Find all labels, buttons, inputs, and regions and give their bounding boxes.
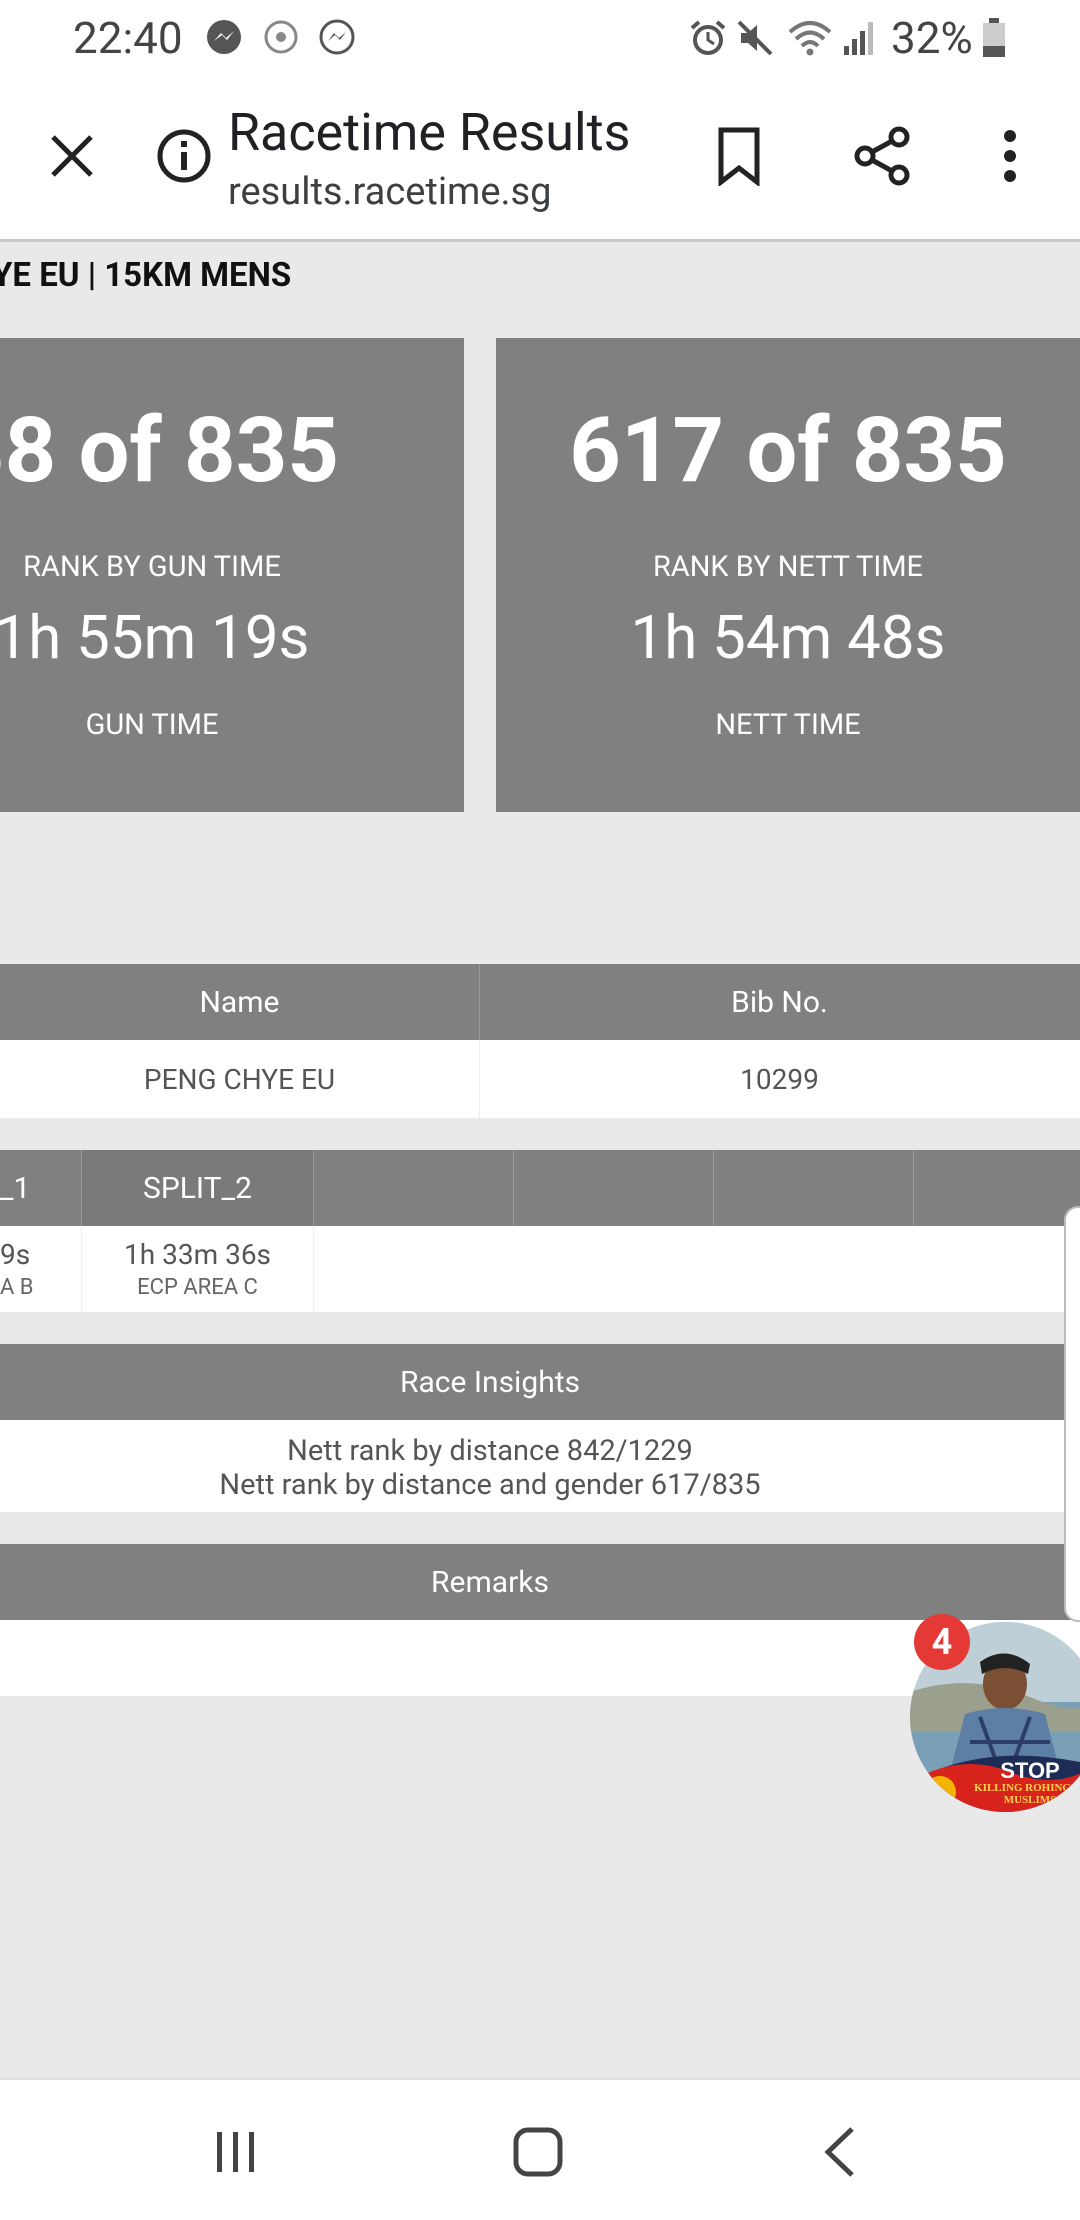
- split-cell-empty: [314, 1226, 1080, 1312]
- insight-line-1: Nett rank by distance 842/1229: [287, 1434, 693, 1468]
- split-header-2: SPLIT_2: [82, 1150, 314, 1226]
- battery-percent: 32%: [891, 12, 973, 64]
- split-header-6: [914, 1150, 1080, 1226]
- page-content[interactable]: YE EU | 15KM MENS 88 of 835 RANK BY GUN …: [0, 242, 1080, 2078]
- split-header-1: _1: [0, 1150, 82, 1226]
- insight-line-2: Nett rank by distance and gender 617/835: [219, 1468, 761, 1502]
- assistant-icon: [262, 18, 300, 60]
- nett-rank-label: RANK BY NETT TIME: [652, 550, 924, 584]
- page-title: Racetime Results: [228, 102, 631, 163]
- info-icon[interactable]: [152, 124, 216, 188]
- split-1-time: 9s: [0, 1238, 31, 1271]
- gun-time-card: 88 of 835 RANK BY GUN TIME 1h 55m 19s GU…: [0, 338, 464, 812]
- race-insights-panel: Nett rank by distance 842/1229 Nett rank…: [0, 1420, 1080, 1512]
- split-cell-1: 9s A B: [0, 1226, 82, 1312]
- chat-head-caption-small: KILLING ROHINGYA MUSLIMS: [974, 1782, 1080, 1806]
- split-2-location: ECP AREA C: [137, 1275, 258, 1300]
- recents-icon[interactable]: [196, 2112, 276, 2192]
- table-header-bib: Bib No.: [480, 964, 1080, 1040]
- more-icon[interactable]: [980, 116, 1040, 196]
- table-header-name: Name: [0, 964, 480, 1040]
- share-icon[interactable]: [842, 116, 922, 196]
- nett-time-label: NETT TIME: [715, 708, 861, 742]
- mute-icon: [735, 18, 775, 62]
- page-url: results.racetime.sg: [228, 170, 552, 214]
- remarks-header: Remarks: [0, 1544, 1080, 1620]
- alarm-icon: [688, 18, 728, 62]
- close-icon[interactable]: [36, 120, 108, 192]
- participant-name: PENG CHYE EU: [0, 1040, 480, 1118]
- split-header-4: [514, 1150, 714, 1226]
- unread-count-badge: 4: [914, 1614, 970, 1670]
- participant-bib: 10299: [480, 1040, 1080, 1118]
- navigation-bar: [0, 2078, 1080, 2220]
- nett-time-value: 1h 54m 48s: [630, 602, 946, 673]
- split-header-5: [714, 1150, 914, 1226]
- home-icon[interactable]: [498, 2112, 578, 2192]
- signal-icon: [840, 18, 880, 62]
- edge-panel-handle[interactable]: [1064, 1206, 1080, 1622]
- gun-time-value: 1h 55m 19s: [0, 602, 310, 673]
- gun-rank-value: 88 of 835: [0, 398, 339, 503]
- nett-rank: 617 of 835: [569, 398, 1007, 503]
- split-header-3: [314, 1150, 514, 1226]
- gun-rank-label: RANK BY GUN TIME: [23, 550, 281, 584]
- back-icon[interactable]: [800, 2112, 880, 2192]
- split-2-time: 1h 33m 36s: [124, 1238, 271, 1271]
- chat-head-caption: STOP: [1000, 1758, 1060, 1783]
- gun-time-label: GUN TIME: [85, 708, 219, 742]
- split-cell-2: 1h 33m 36s ECP AREA C: [82, 1226, 314, 1312]
- battery-icon: [982, 18, 1006, 62]
- custom-tab-toolbar: Racetime Results results.racetime.sg: [0, 74, 1080, 242]
- split-1-location: A B: [0, 1275, 34, 1300]
- messenger-icon: [318, 18, 356, 60]
- bookmark-icon[interactable]: [704, 116, 774, 196]
- race-heading: YE EU | 15KM MENS: [0, 256, 292, 295]
- status-bar: 22:40 32%: [0, 0, 1080, 74]
- messenger-icon: [205, 18, 243, 60]
- nett-time-card: 617 of 835 RANK BY NETT TIME 1h 54m 48s …: [496, 338, 1080, 812]
- gun-rank: 88 of 835: [0, 398, 458, 503]
- wifi-icon: [787, 18, 833, 62]
- status-time: 22:40: [73, 12, 183, 64]
- race-insights-header: Race Insights: [0, 1344, 1080, 1420]
